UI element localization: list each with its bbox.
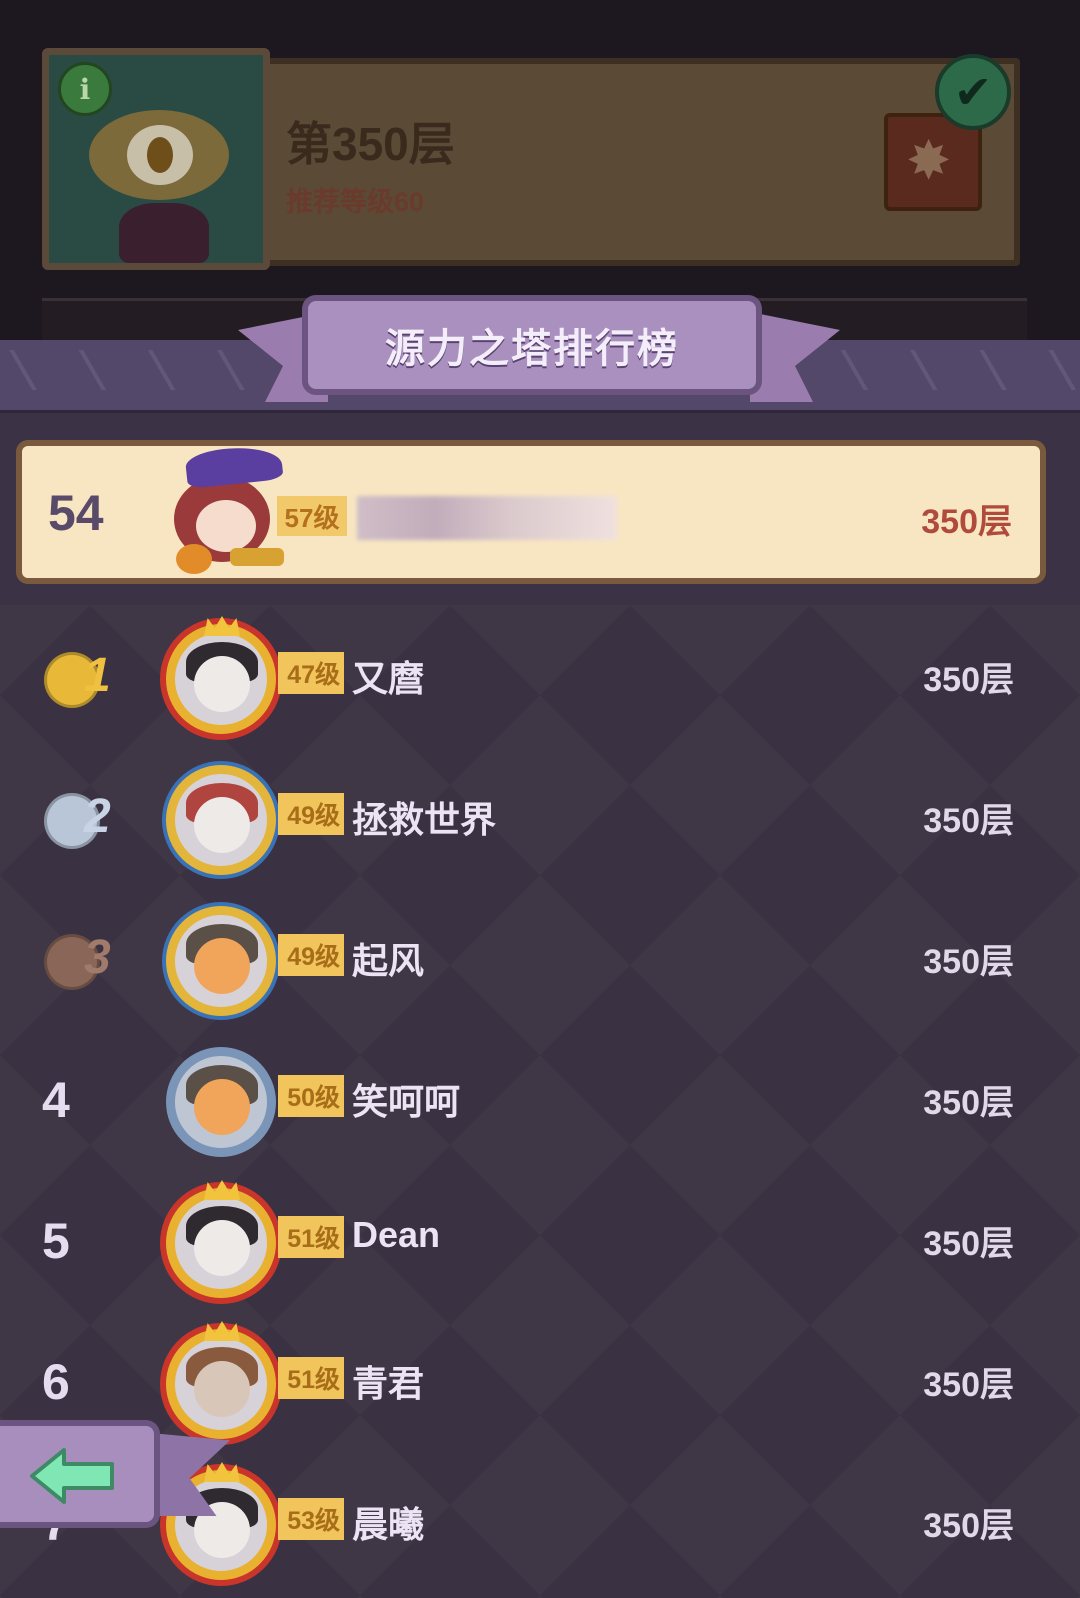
- rank-row[interactable]: 1 47级 又麿 350层: [0, 606, 1080, 746]
- player-name: 晨曦: [352, 1504, 425, 1545]
- player-avatar[interactable]: [160, 759, 284, 883]
- gold-medal-icon: 1: [44, 646, 114, 708]
- rank-row[interactable]: 2 49级 拯救世界 350层: [0, 747, 1080, 887]
- level-badge: 51级: [278, 1357, 344, 1399]
- floor-value: 350层: [923, 1366, 1014, 1404]
- silver-medal-icon: 2: [44, 787, 114, 849]
- floor-value: 350层: [923, 1225, 1014, 1263]
- floor-value: 350层: [923, 1084, 1014, 1122]
- reward-star-icon: ✸: [906, 131, 952, 191]
- player-avatar[interactable]: [160, 1180, 284, 1306]
- level-badge: 47级: [278, 652, 344, 694]
- player-avatar[interactable]: [160, 1041, 284, 1165]
- my-avatar[interactable]: [168, 443, 288, 578]
- level-badge: 49级: [278, 793, 344, 835]
- floor-value: 350层: [923, 943, 1014, 981]
- floor-value: 350层: [923, 1507, 1014, 1545]
- rank-number: 4: [42, 1072, 70, 1128]
- player-avatar[interactable]: [160, 900, 284, 1024]
- rank-row[interactable]: 4 50级 笑呵呵 350层: [0, 1029, 1080, 1169]
- player-name: 起风: [352, 940, 425, 981]
- rank-number: 6: [42, 1354, 70, 1410]
- my-name-redacted: [357, 496, 617, 540]
- my-floor-value: 350层: [921, 503, 1012, 541]
- back-button[interactable]: [0, 1420, 160, 1528]
- rank-row[interactable]: 3 49级 起风 350层: [0, 888, 1080, 1028]
- player-name: 青君: [352, 1363, 425, 1404]
- leaderboard-title: 源力之塔排行榜: [385, 327, 679, 371]
- player-name: Dean: [352, 1214, 441, 1255]
- player-avatar[interactable]: [160, 616, 284, 742]
- rank-number: 5: [42, 1213, 70, 1269]
- floor-value: 350层: [923, 802, 1014, 840]
- player-name: 拯救世界: [352, 799, 497, 840]
- check-icon: ✔: [935, 54, 1011, 130]
- leaderboard-title-ribbon: 源力之塔排行榜: [302, 295, 762, 395]
- my-rank-number: 54: [48, 485, 104, 541]
- back-arrow-icon: [30, 1448, 114, 1504]
- rank-row[interactable]: 6 51级 青君 350层: [0, 1311, 1080, 1451]
- level-badge: 51级: [278, 1216, 344, 1258]
- player-name: 笑呵呵: [352, 1081, 461, 1122]
- floor-title: 第350层: [286, 118, 455, 170]
- player-name: 又麿: [352, 658, 425, 699]
- info-icon[interactable]: i: [58, 62, 112, 116]
- player-avatar[interactable]: [160, 1321, 284, 1447]
- rank-row[interactable]: 5 51级 Dean 350层: [0, 1170, 1080, 1310]
- tower-leaderboard-screen: i 第350层 推荐等级60 ✸ ✔ 源力之塔排行榜 54 57级 350层 1…: [0, 0, 1080, 1598]
- level-badge: 50级: [278, 1075, 344, 1117]
- floor-card[interactable]: i 第350层 推荐等级60 ✸ ✔: [42, 48, 1027, 278]
- level-badge: 49级: [278, 934, 344, 976]
- floor-value: 350层: [923, 661, 1014, 699]
- bronze-medal-icon: 3: [44, 928, 114, 990]
- level-badge: 53级: [278, 1498, 344, 1540]
- recommended-level: 推荐等级60: [286, 187, 425, 217]
